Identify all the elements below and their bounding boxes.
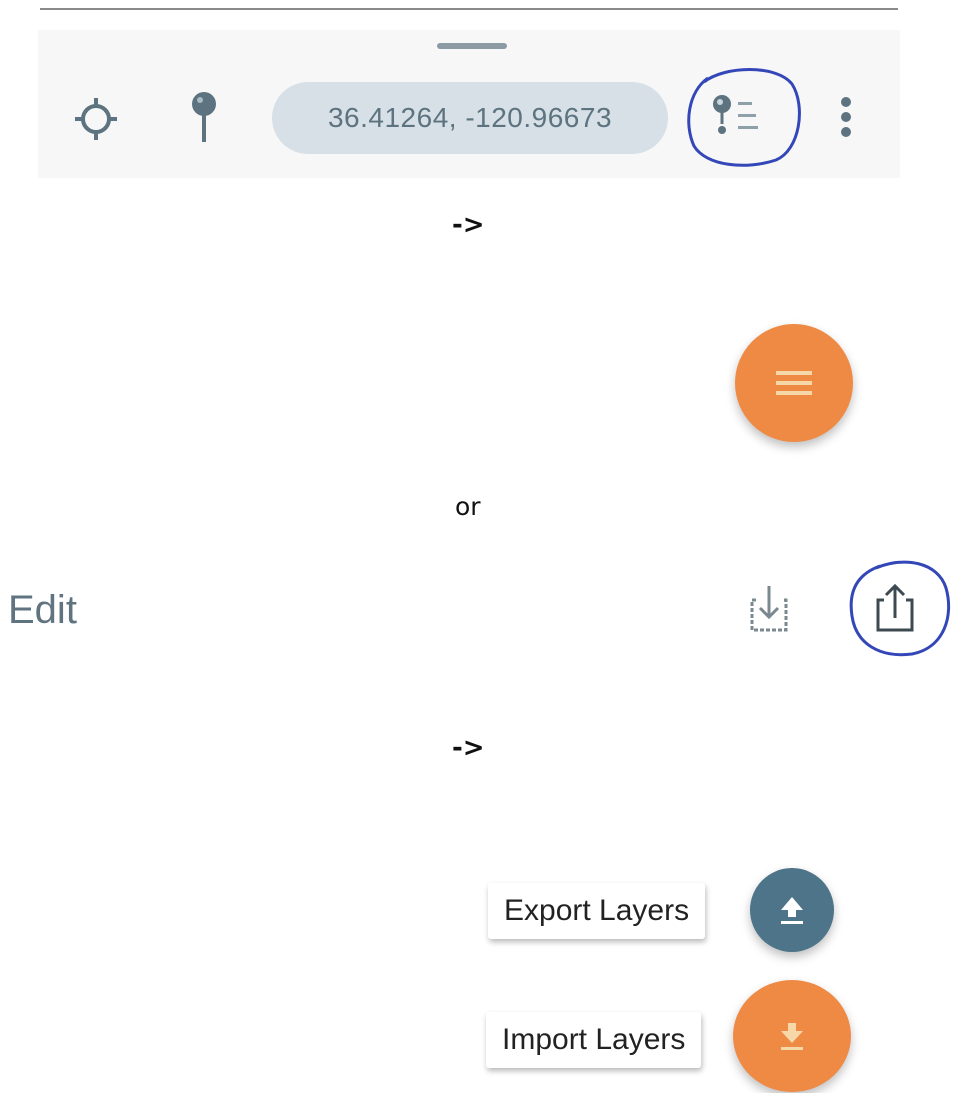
step-arrow: -> — [452, 210, 485, 240]
export-layers-button[interactable] — [750, 868, 834, 952]
menu-icon — [776, 371, 812, 395]
import-icon[interactable] — [748, 582, 790, 634]
edit-title: Edit — [8, 588, 77, 632]
import-layers-button[interactable] — [733, 980, 851, 1092]
menu-fab-button[interactable] — [735, 324, 853, 442]
download-icon — [781, 1023, 803, 1050]
step-arrow: -> — [452, 733, 485, 763]
more-vert-icon[interactable] — [834, 94, 858, 140]
share-icon[interactable] — [872, 580, 918, 636]
map-pin-icon[interactable] — [186, 88, 222, 148]
export-layers-label[interactable]: Export Layers — [488, 883, 706, 939]
top-divider — [40, 8, 898, 10]
coordinate-display[interactable]: 36.41264, -120.96673 — [272, 82, 668, 154]
screenshot-page: 36.41264, -120.96673 -> or Edit -> Expor… — [0, 0, 953, 1093]
legend-icon[interactable] — [708, 90, 768, 146]
or-separator: or — [455, 492, 481, 521]
import-layers-label[interactable]: Import Layers — [486, 1012, 702, 1068]
upload-icon — [781, 897, 803, 924]
drag-handle[interactable] — [437, 43, 507, 49]
crosshair-icon[interactable] — [72, 95, 120, 143]
